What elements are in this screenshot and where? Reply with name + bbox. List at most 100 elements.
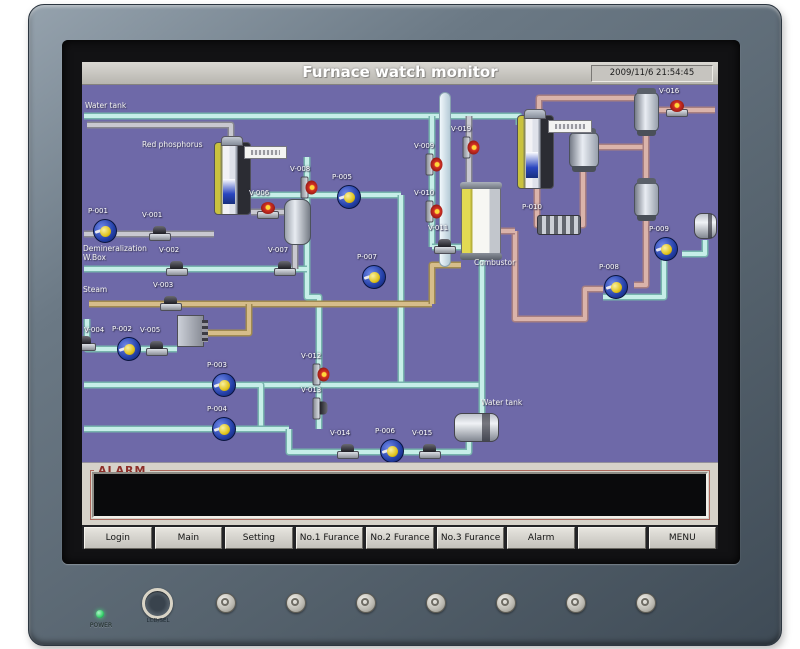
valve-V-001-icon[interactable] [149,226,171,241]
diagram-text-label: W.Box [83,253,106,262]
separator-3 [634,182,659,217]
valve-V-002-icon[interactable] [166,261,188,276]
equipment-tag-V-014: V-014 [330,429,350,437]
function-button-6[interactable] [566,593,586,613]
valve-V-015-icon[interactable] [419,444,441,459]
equipment-tag-V-016: V-016 [659,87,679,95]
alarm-section: ALARM [82,462,718,525]
equipment-tag-V-019: V-019 [451,125,471,133]
pump-P-003-icon[interactable] [212,373,236,397]
pump-P-002-icon[interactable] [117,337,141,361]
valve-V-009-icon[interactable] [426,154,441,176]
canister [284,199,311,245]
pump-P-005-icon[interactable] [337,185,361,209]
valve-V-019-icon[interactable] [463,137,478,159]
pump-P-006-icon[interactable] [380,439,404,462]
valve-V-010-icon[interactable] [426,201,441,223]
equipment-tag-V-013: V-013 [301,386,321,394]
equipment-tag-P-003: P-003 [207,361,227,369]
pump-P-004-icon[interactable] [212,417,236,441]
equipment-tag-P-006: P-006 [375,427,395,435]
equipment-tag-V-003: V-003 [153,281,173,289]
power-led-label: POWER [78,622,124,629]
selector-label: LCD/SEL [130,618,186,624]
toolbar-button-no-2-furance[interactable]: No.2 Furance [366,527,434,549]
toolbar-button-no-3-furance[interactable]: No.3 Furance [437,527,505,549]
equipment-tag-V-012: V-012 [301,352,321,360]
hmi-screen: Furnace watch monitor 2009/11/6 21:54:45… [82,62,718,549]
equipment-tag-V-011: V-011 [428,224,448,232]
function-button-1[interactable] [216,593,236,613]
alarm-display [92,472,708,518]
function-button-3[interactable] [356,593,376,613]
function-button-5[interactable] [496,593,516,613]
title-bar: Furnace watch monitor 2009/11/6 21:54:45 [82,62,718,85]
valve-V-006-icon[interactable] [257,204,279,219]
toolbar-button-alarm[interactable]: Alarm [507,527,575,549]
valve-V-004-icon[interactable] [82,336,96,351]
combustor-vessel [461,187,501,255]
pipe [515,231,603,319]
equipment-tag-V-010: V-010 [414,189,434,197]
separator-1 [569,132,599,168]
toolbar-button-no-1-furance[interactable]: No.1 Furance [296,527,364,549]
toolbar-button-login[interactable]: Login [84,527,152,549]
valve-V-014-icon[interactable] [337,444,359,459]
equipment-tag-P-009: P-009 [649,225,669,233]
P-010 [537,215,581,235]
diagram-text-label: Demineralization [83,244,147,253]
pipe [682,240,705,254]
datetime-display: 2009/11/6 21:54:45 [591,65,713,82]
equipment-tag-P-002: P-002 [112,325,132,333]
selector-knob[interactable] [142,588,173,619]
diagram-text-label: Water tank [85,101,126,110]
equipment-tag-V-008: V-008 [290,165,310,173]
valve-V-013-icon[interactable] [313,398,328,420]
toolbar-button-blank[interactable] [578,527,646,549]
toolbar: LoginMainSettingNo.1 FuranceNo.2 Furance… [82,525,718,549]
diagram-text-label: Combustor [474,258,515,267]
reactor-1-tag [244,146,287,159]
equipment-tag-P-001: P-001 [88,207,108,215]
function-button-4[interactable] [426,593,446,613]
equipment-tag-V-004: V-004 [84,326,104,334]
pipe [204,304,249,333]
process-diagram: P-010P-001P-002P-003P-004P-005P-007P-006… [82,85,718,462]
pipe [539,98,637,117]
function-button-7[interactable] [636,593,656,613]
pump-P-008-icon[interactable] [604,275,628,299]
valve-V-005-icon[interactable] [146,341,168,356]
pipe [204,304,249,333]
function-button-2[interactable] [286,593,306,613]
valve-V-007-icon[interactable] [274,261,296,276]
equipment-tag-V-001: V-001 [142,211,162,219]
equipment-tag-V-009: V-009 [414,142,434,150]
pipe [634,215,646,285]
reactor-2-tag [548,120,592,133]
valve-V-012-icon[interactable] [313,364,328,386]
valve-V-003-icon[interactable] [160,296,182,311]
equipment-tag-V-006: V-006 [249,189,269,197]
toolbar-button-setting[interactable]: Setting [225,527,293,549]
pump-P-007-icon[interactable] [362,265,386,289]
valve-V-011-icon[interactable] [434,239,456,254]
equipment-tag-V-002: V-002 [159,246,179,254]
equipment-tag-P-008: P-008 [599,263,619,271]
valve-V-016-icon[interactable] [666,102,688,117]
pipe [239,385,261,429]
separator-2 [634,92,659,132]
pipe [432,265,461,304]
diagram-text-label: Red phosphorus [142,140,203,149]
equipment-tag-V-015: V-015 [412,429,432,437]
toolbar-button-menu[interactable]: MENU [649,527,717,549]
equipment-tag-V-005: V-005 [140,326,160,334]
equipment-tag-V-007: V-007 [268,246,288,254]
pump-P-001-icon[interactable] [93,219,117,243]
equipment-tag-P-004: P-004 [207,405,227,413]
diagram-text-label: Water tank [481,398,522,407]
pump-P-009-icon[interactable] [654,237,678,261]
equipment-tag-P-007: P-007 [357,253,377,261]
toolbar-button-main[interactable]: Main [155,527,223,549]
valve-V-008-icon[interactable] [301,177,316,199]
small-tank [694,213,717,239]
